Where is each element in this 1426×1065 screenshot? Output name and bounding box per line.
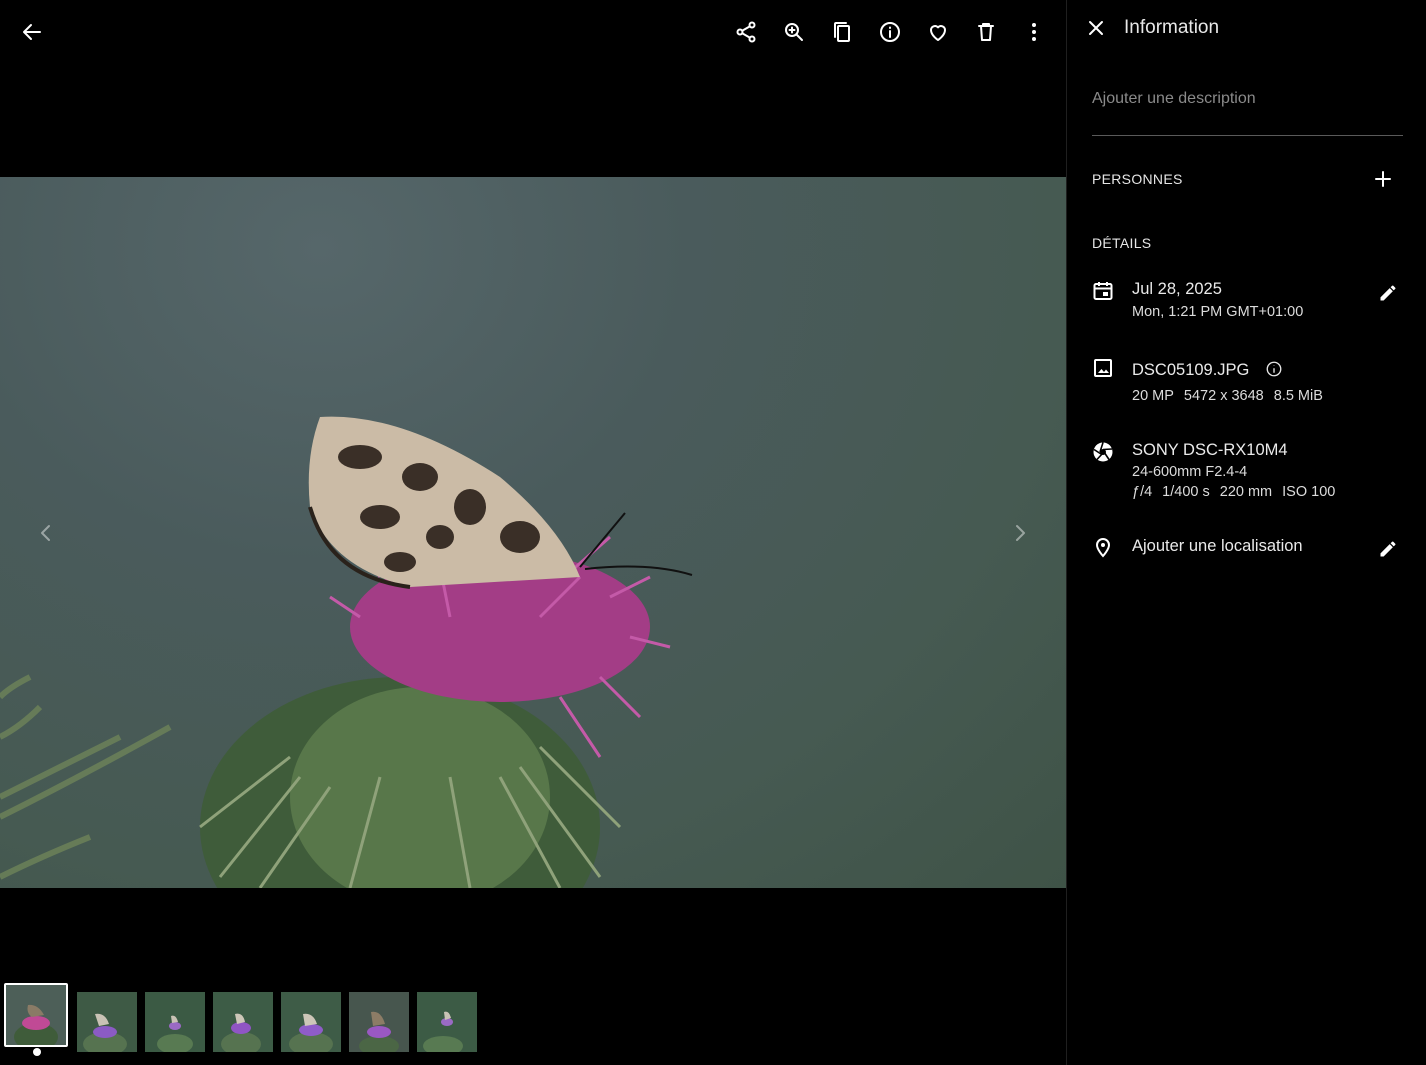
image-icon [1091,356,1115,380]
thumbnail-image [213,992,273,1052]
arrow-left-icon [23,24,41,40]
details-section-label: DÉTAILS [1092,235,1152,251]
camera-exposure: ƒ/4 1/400 s 220 mm ISO 100 [1132,484,1335,500]
favorite-button[interactable] [918,12,958,52]
delete-icon [978,23,994,41]
file-size: 8.5 MiB [1273,388,1323,404]
close-icon [1089,21,1103,35]
add-person-button[interactable] [1363,159,1403,199]
more-button[interactable] [1014,12,1054,52]
focal-value: 220 mm [1219,484,1273,500]
camera-model: SONY DSC-RX10M4 [1132,441,1288,459]
share-icon [736,21,756,43]
thumbnail[interactable] [281,992,341,1052]
main-photo[interactable] [0,177,1066,888]
thumbnail-image [281,992,341,1052]
iso-value: ISO 100 [1282,484,1336,500]
location-pin-icon [1091,535,1115,559]
aperture-value: ƒ/4 [1132,484,1153,500]
aperture-icon [1091,440,1115,464]
thumbnail[interactable] [77,992,137,1052]
delete-button[interactable] [966,12,1006,52]
butterfly-thistle-image [0,416,693,888]
edit-date-button[interactable] [1376,281,1400,305]
shutter-value: 1/400 s [1162,484,1210,500]
back-button[interactable] [12,12,52,52]
file-megapixels: 20 MP [1132,388,1174,404]
date-primary: Jul 28, 2025 [1132,280,1222,298]
thumbnail[interactable] [213,992,273,1052]
chevron-left-icon [41,525,50,541]
thumbnail[interactable] [4,983,68,1047]
share-button[interactable] [726,12,766,52]
previous-photo-button[interactable] [26,513,66,553]
thumbnail-image [77,992,137,1052]
close-info-button[interactable] [1076,8,1116,48]
selected-indicator [33,1048,41,1056]
photo-viewer [0,0,1066,1065]
file-name-row: DSC05109.JPG [1132,360,1283,380]
thumbnail-image [145,992,205,1052]
thumbnail[interactable] [349,992,409,1052]
edit-location-button[interactable] [1376,537,1400,561]
pencil-icon [1380,541,1396,557]
favorite-icon [930,25,946,41]
file-info-icon[interactable] [1265,360,1283,378]
info-panel: Information Ajouter une description PERS… [1066,0,1426,1065]
more-vert-icon [1032,23,1036,41]
thumbnail[interactable] [145,992,205,1052]
thumbnail-image [417,992,477,1052]
panel-title: Information [1124,17,1220,38]
plus-icon [1375,171,1391,187]
copy-button[interactable] [822,12,862,52]
thumbnail-image [6,985,66,1045]
camera-lens: 24-600mm F2.4-4 [1132,464,1248,480]
date-secondary: Mon, 1:21 PM GMT+01:00 [1132,304,1304,320]
zoom-button[interactable] [774,12,814,52]
thumbnail[interactable] [417,992,477,1052]
viewer-toolbar [0,0,1066,64]
add-location-link[interactable]: Ajouter une localisation [1132,537,1303,556]
filmstrip [0,980,1066,1060]
file-specs: 20 MP 5472 x 3648 8.5 MiB [1132,388,1323,404]
file-resolution: 5472 x 3648 [1183,388,1264,404]
description-field[interactable]: Ajouter une description [1092,86,1403,136]
zoom-in-icon [785,23,803,41]
file-name: DSC05109.JPG [1132,361,1250,379]
info-icon [880,22,900,42]
people-section-label: PERSONNES [1092,171,1183,187]
pencil-icon [1380,285,1396,301]
copy-icon [834,22,850,42]
thumbnail-image [349,992,409,1052]
info-button[interactable] [870,12,910,52]
chevron-right-icon [1016,525,1025,541]
calendar-icon [1091,279,1115,303]
next-photo-button[interactable] [1000,513,1040,553]
